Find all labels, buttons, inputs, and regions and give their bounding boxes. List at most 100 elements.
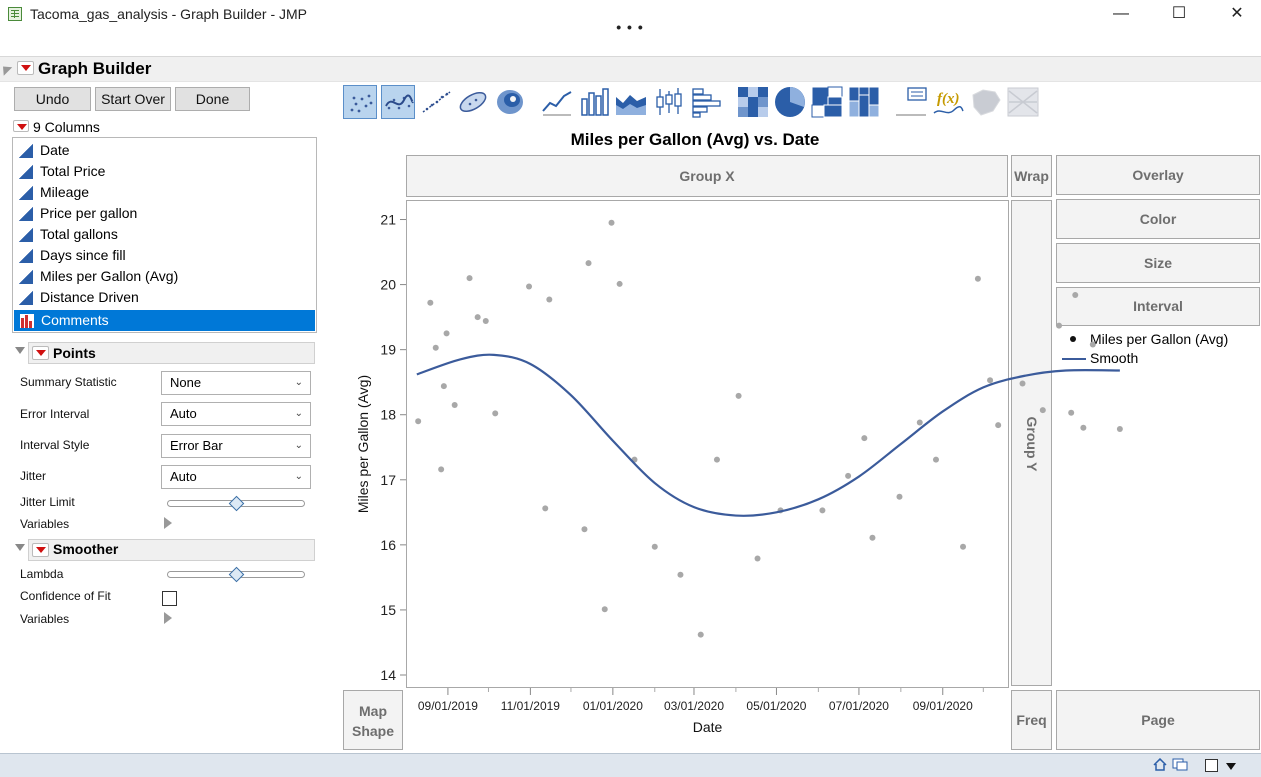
smoother-variables-expand-icon[interactable]: [164, 612, 172, 624]
done-button[interactable]: Done: [175, 87, 250, 111]
jmp-app-icon: [8, 7, 22, 21]
home-icon[interactable]: [1153, 757, 1167, 771]
data-point: [1080, 424, 1087, 431]
column-item[interactable]: Total gallons: [13, 224, 316, 245]
data-point: [1072, 291, 1079, 298]
column-item-selected[interactable]: Comments: [14, 310, 315, 331]
chevron-down-icon: ⌄: [294, 408, 303, 419]
smoother-disclosure-icon[interactable]: [15, 544, 25, 551]
page-zone[interactable]: Page: [1056, 690, 1260, 750]
data-point: [585, 260, 592, 267]
data-point: [432, 344, 439, 351]
red-triangle-menu-icon[interactable]: [17, 61, 34, 75]
column-item[interactable]: Date: [13, 140, 316, 161]
column-item[interactable]: Price per gallon: [13, 203, 316, 224]
points-variables-label: Variables: [20, 517, 70, 531]
line-icon[interactable]: [540, 85, 574, 119]
column-item[interactable]: Mileage: [13, 182, 316, 203]
data-point: [482, 318, 489, 325]
lambda-slider-thumb[interactable]: [228, 566, 245, 583]
smoother-icon[interactable]: [381, 85, 415, 119]
column-item[interactable]: Miles per Gallon (Avg): [13, 266, 316, 287]
overlay-zone[interactable]: Overlay: [1056, 155, 1260, 195]
smoother-menu-icon[interactable]: [32, 543, 49, 557]
graph-builder-title: Graph Builder: [38, 59, 152, 78]
map-shapes-icon[interactable]: [969, 85, 1003, 119]
x-tick-label: 09/01/2020: [913, 699, 973, 713]
freq-zone[interactable]: Freq: [1011, 690, 1052, 750]
data-point: [1089, 341, 1096, 348]
window-list-icon[interactable]: [1172, 758, 1188, 771]
data-point: [1019, 380, 1026, 387]
contour-icon[interactable]: [493, 85, 527, 119]
window-title: Tacoma_gas_analysis - Graph Builder - JM…: [30, 6, 308, 22]
treemap-icon[interactable]: [810, 85, 844, 119]
column-item-label: Comments: [41, 312, 109, 328]
ellipse-icon[interactable]: [456, 85, 490, 119]
area-icon[interactable]: [614, 85, 648, 119]
column-list[interactable]: Date Total Price Mileage Price per gallo…: [12, 137, 317, 333]
y-tick-label: 16: [380, 537, 396, 553]
group-y-zone[interactable]: Group Y: [1011, 200, 1052, 686]
columns-menu-icon[interactable]: [13, 120, 29, 132]
data-point: [438, 466, 445, 473]
y-tick-label: 19: [380, 342, 396, 358]
layout-toggle-icon[interactable]: [1205, 759, 1218, 772]
minimize-button[interactable]: —: [1098, 0, 1144, 30]
data-point: [916, 419, 923, 426]
data-point: [677, 571, 684, 578]
column-item[interactable]: Distance Driven: [13, 287, 316, 308]
data-point: [896, 493, 903, 500]
pie-icon[interactable]: [773, 85, 807, 119]
undo-button[interactable]: Undo: [14, 87, 91, 111]
x-tick-label: 01/01/2020: [583, 699, 643, 713]
error-interval-select[interactable]: Auto ⌄: [161, 402, 311, 426]
graph-builder-header: [0, 56, 1261, 82]
column-item[interactable]: Total Price: [13, 161, 316, 182]
start-over-button[interactable]: Start Over: [95, 87, 171, 111]
bar-icon[interactable]: [577, 85, 611, 119]
mosaic-icon[interactable]: [847, 85, 881, 119]
legend-item-points: Miles per Gallon (Avg): [1090, 331, 1229, 347]
close-button[interactable]: ✕: [1214, 0, 1260, 30]
chart-svg: 14 15 16 17 18 19 20 21 09/01/2019 11/01/2019 01/0…: [355, 212, 1123, 735]
confidence-of-fit-checkbox[interactable]: [162, 591, 177, 606]
histogram-icon[interactable]: [690, 85, 724, 119]
column-item[interactable]: Days since fill: [13, 245, 316, 266]
chevron-down-icon: ⌄: [294, 440, 303, 451]
points-disclosure-icon[interactable]: [15, 347, 25, 354]
overflow-menu-icon[interactable]: • • •: [600, 20, 660, 34]
formula-icon[interactable]: f(x): [931, 85, 965, 119]
data-point: [845, 472, 852, 479]
points-icon[interactable]: [343, 85, 377, 119]
summary-statistic-select[interactable]: None ⌄: [161, 371, 311, 395]
data-point: [466, 275, 473, 282]
size-zone[interactable]: Size: [1056, 243, 1260, 283]
jitter-select[interactable]: Auto ⌄: [161, 465, 311, 489]
interval-zone[interactable]: Interval: [1056, 287, 1260, 326]
continuous-icon: [19, 207, 33, 221]
group-x-zone[interactable]: Group X: [406, 155, 1008, 197]
box-plot-icon[interactable]: [652, 85, 686, 119]
caption-box-icon[interactable]: [894, 85, 928, 119]
data-point: [546, 296, 553, 303]
line-of-fit-icon[interactable]: [419, 85, 453, 119]
interval-style-select[interactable]: Error Bar ⌄: [161, 434, 311, 458]
maximize-button[interactable]: ☐: [1156, 0, 1202, 30]
data-point: [427, 299, 434, 306]
continuous-icon: [19, 270, 33, 284]
points-menu-icon[interactable]: [32, 346, 49, 360]
jitter-limit-slider-thumb[interactable]: [228, 495, 245, 512]
points-variables-expand-icon[interactable]: [164, 517, 172, 529]
chevron-down-icon[interactable]: [1226, 763, 1236, 770]
data-point: [608, 219, 615, 226]
interval-style-label: Interval Style: [20, 438, 90, 452]
wrap-zone[interactable]: Wrap: [1011, 155, 1052, 197]
color-zone[interactable]: Color: [1056, 199, 1260, 239]
heatmap-icon[interactable]: [736, 85, 770, 119]
parallel-icon[interactable]: [1006, 85, 1040, 119]
data-point: [960, 543, 967, 550]
continuous-icon: [19, 291, 33, 305]
data-point: [735, 392, 742, 399]
interval-style-value: Error Bar: [170, 438, 223, 453]
